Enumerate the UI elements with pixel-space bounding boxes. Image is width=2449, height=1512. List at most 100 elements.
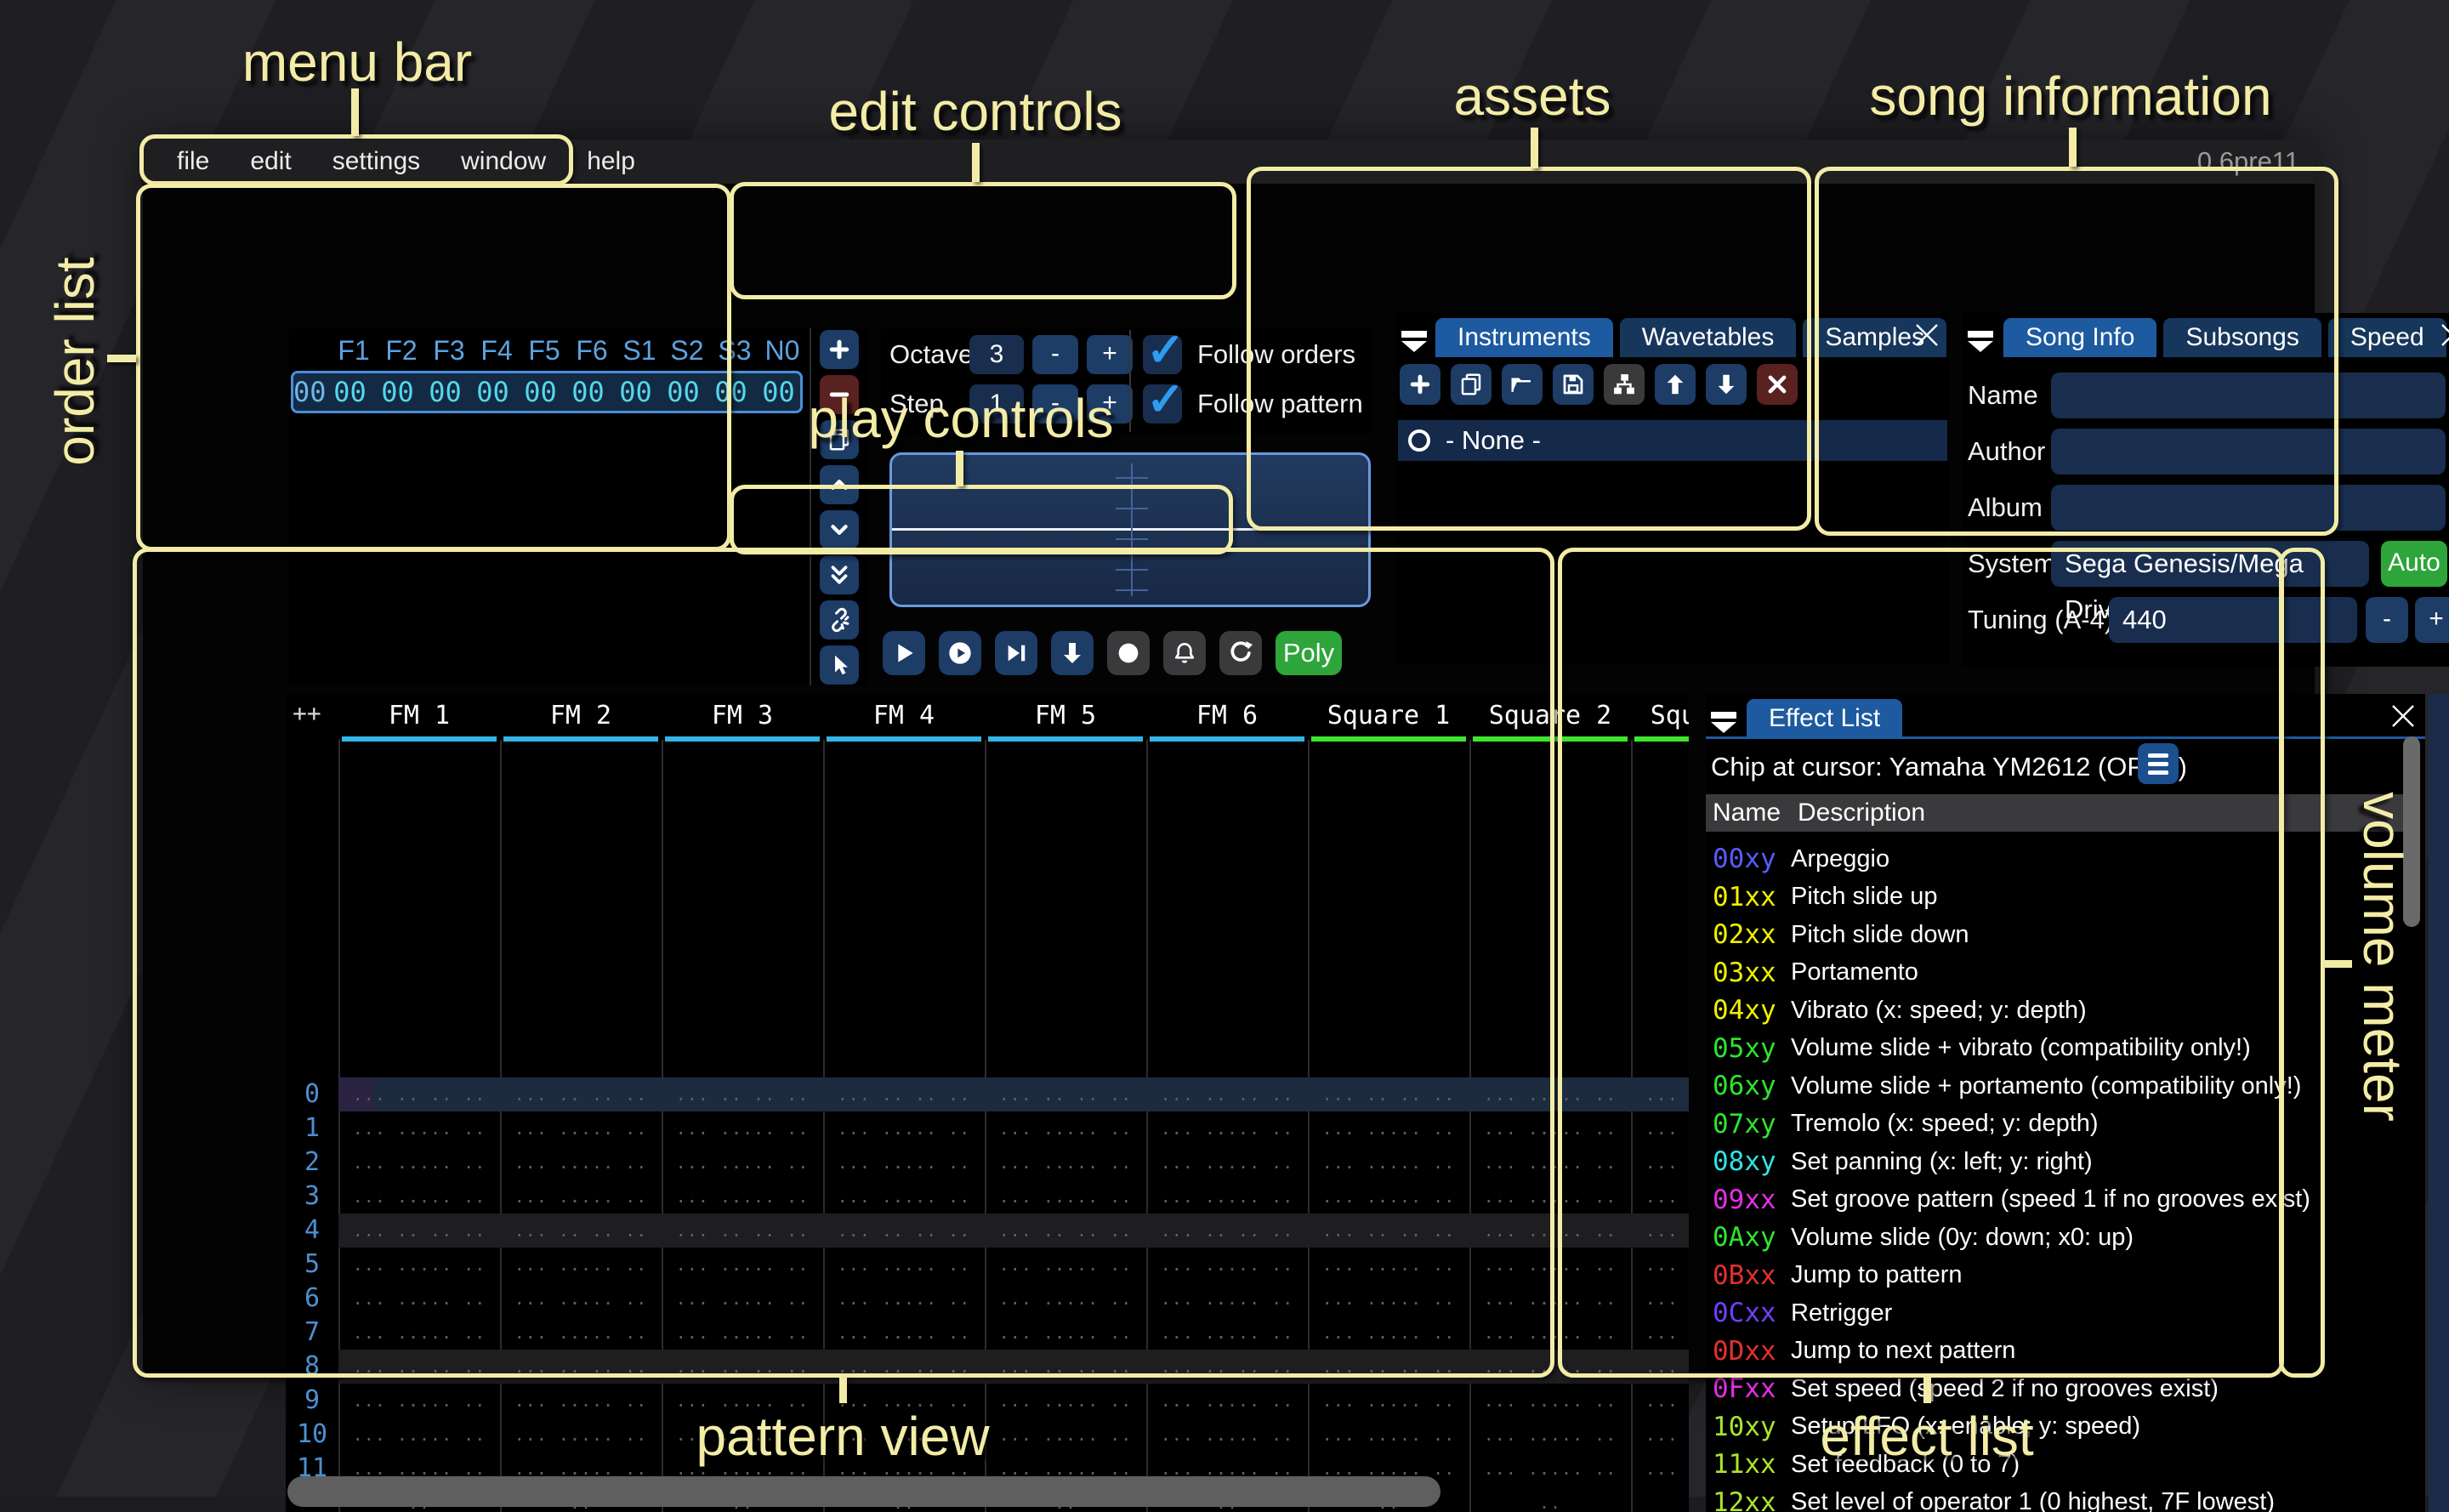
assets-tab[interactable]: Instruments <box>1435 318 1613 357</box>
horizontal-scrollbar[interactable] <box>287 1476 1440 1507</box>
pattern-cell[interactable]: ... .. .. .. .. <box>1469 1452 1631 1512</box>
effect-row: 0Bxx Jump to pattern <box>1706 1257 2403 1295</box>
collapse-icon[interactable] <box>1401 331 1427 352</box>
name-field[interactable] <box>2051 372 2446 418</box>
order-row-selected[interactable]: 00 00000000000000000000 <box>291 371 803 413</box>
order-cell[interactable]: 00 <box>517 376 565 408</box>
move-asset-up-button[interactable] <box>1655 364 1696 405</box>
follow-pattern-checkbox[interactable]: ✓ <box>1143 384 1182 423</box>
effect-row: 0Cxx Retrigger <box>1706 1294 2403 1333</box>
channel-header-fm-5[interactable]: FM 5 <box>985 699 1146 743</box>
effect-code: 0Axy <box>1706 1222 1791 1253</box>
play-pattern-button[interactable] <box>939 631 981 675</box>
tuning-decrement-button[interactable]: - <box>2366 597 2408 643</box>
effect-description: Vibrato (x: speed; y: depth) <box>1791 997 2087 1025</box>
instrument-list-item[interactable]: - None - <box>1398 420 1947 461</box>
channel-header-square-3[interactable]: Square 3 <box>1631 699 1689 743</box>
order-add-button[interactable] <box>820 330 859 369</box>
save-asset-button[interactable] <box>1553 364 1594 405</box>
octave-decrement-button[interactable]: - <box>1032 335 1078 374</box>
add-asset-button[interactable] <box>1400 364 1440 405</box>
menu-item[interactable]: file <box>156 139 230 184</box>
close-button[interactable] <box>1912 320 1942 350</box>
asset-tree-button[interactable] <box>1604 364 1645 405</box>
effect-row: 0Fxx Set speed (speed 2 if no grooves ex… <box>1706 1370 2403 1408</box>
assets-window: InstrumentsWavetablesSamples <box>1396 313 1949 665</box>
effect-code: 0Cxx <box>1706 1298 1791 1328</box>
tuning-field[interactable]: 440 <box>2109 597 2357 643</box>
order-cell[interactable]: 00 <box>707 376 755 408</box>
order-cell[interactable]: 00 <box>612 376 660 408</box>
repeat-button[interactable] <box>1219 631 1262 675</box>
order-mode-button[interactable] <box>820 645 859 685</box>
order-cell[interactable]: 00 <box>327 376 374 408</box>
song-info-tab[interactable]: Song Info <box>2003 318 2156 357</box>
menu-item[interactable]: window <box>440 139 566 184</box>
order-cell[interactable]: 00 <box>422 376 469 408</box>
order-cell[interactable]: 00 <box>374 376 422 408</box>
order-cell[interactable]: 00 <box>660 376 707 408</box>
song-info-tab[interactable]: Subsongs <box>2163 318 2321 357</box>
channel-header-fm-4[interactable]: FM 4 <box>823 699 985 743</box>
piano-ruler <box>1131 463 1133 596</box>
cursor-arrow-icon <box>835 656 848 675</box>
menu-bar-annotation: menu bar <box>242 31 472 94</box>
effect-description: Pitch slide up <box>1791 883 1938 911</box>
menu-item[interactable]: settings <box>312 139 440 184</box>
poly-toggle-button[interactable]: Poly <box>1276 631 1342 675</box>
collapse-icon[interactable] <box>1711 712 1738 733</box>
order-deep-clone-button[interactable] <box>820 600 859 639</box>
album-field[interactable] <box>2051 485 2446 531</box>
song-info-window: Song InfoSubsongsSpeed Name Author Album… <box>1963 313 2449 667</box>
order-move-up-button[interactable] <box>820 465 859 504</box>
auto-system-button[interactable]: Auto <box>2381 541 2447 587</box>
channel-header-fm-3[interactable]: FM 3 <box>662 699 823 743</box>
close-button[interactable] <box>2437 320 2449 350</box>
metronome-button[interactable] <box>1163 631 1206 675</box>
duplicate-asset-button[interactable] <box>1451 364 1492 405</box>
close-icon <box>2442 325 2449 345</box>
song-info-tab[interactable]: Speed <box>2328 318 2446 357</box>
play-icon <box>898 644 912 662</box>
effect-row: 03xx Portamento <box>1706 954 2403 992</box>
order-cell[interactable]: 00 <box>755 376 803 408</box>
pattern-options-button[interactable]: ++ <box>293 699 321 727</box>
menu-item[interactable]: edit <box>230 139 311 184</box>
effect-list-tab[interactable]: Effect List <box>1747 699 1902 738</box>
order-list-annotation: order list <box>43 257 106 465</box>
collapse-icon[interactable] <box>1968 331 1995 352</box>
channel-header-fm-6[interactable]: FM 6 <box>1146 699 1308 743</box>
channel-header-square-2[interactable]: Square 2 <box>1469 699 1631 743</box>
order-move-down-button[interactable] <box>820 510 859 549</box>
channel-underline <box>1150 736 1304 742</box>
move-asset-down-button[interactable] <box>1706 364 1747 405</box>
delete-asset-button[interactable] <box>1757 364 1798 405</box>
step-down-button[interactable] <box>1051 631 1094 675</box>
channel-header-fm-1[interactable]: FM 1 <box>338 699 500 743</box>
channel-header-fm-2[interactable]: FM 2 <box>500 699 662 743</box>
menu-item[interactable]: help <box>566 139 656 184</box>
system-select[interactable]: Sega Genesis/Mega Drive <box>2051 541 2369 587</box>
play-one-row-button[interactable] <box>995 631 1037 675</box>
chip-menu-button[interactable] <box>2138 743 2179 784</box>
octave-increment-button[interactable]: + <box>1087 335 1133 374</box>
octave-value[interactable]: 3 <box>969 335 1024 374</box>
row-number: 5 <box>286 1248 338 1282</box>
pattern-cell[interactable]: ... .. .. .. .. <box>1631 1452 1689 1512</box>
effect-row: 04xy Vibrato (x: speed; y: depth) <box>1706 992 2403 1030</box>
row-number: 2 <box>286 1145 338 1179</box>
author-field[interactable] <box>2051 429 2446 475</box>
follow-orders-checkbox[interactable]: ✓ <box>1143 335 1182 374</box>
order-column-header: S2 <box>663 335 711 367</box>
order-cell[interactable]: 00 <box>469 376 517 408</box>
order-cell[interactable]: 00 <box>565 376 612 408</box>
open-asset-button[interactable] <box>1502 364 1543 405</box>
order-duplicate-end-button[interactable] <box>820 555 859 594</box>
tuning-increment-button[interactable]: + <box>2415 597 2449 643</box>
assets-tab[interactable]: Wavetables <box>1620 318 1797 357</box>
channel-header-square-1[interactable]: Square 1 <box>1308 699 1469 743</box>
record-button[interactable] <box>1107 631 1150 675</box>
close-button[interactable] <box>2388 701 2418 731</box>
play-button[interactable] <box>883 631 925 675</box>
assets-toolbar <box>1400 364 1798 405</box>
